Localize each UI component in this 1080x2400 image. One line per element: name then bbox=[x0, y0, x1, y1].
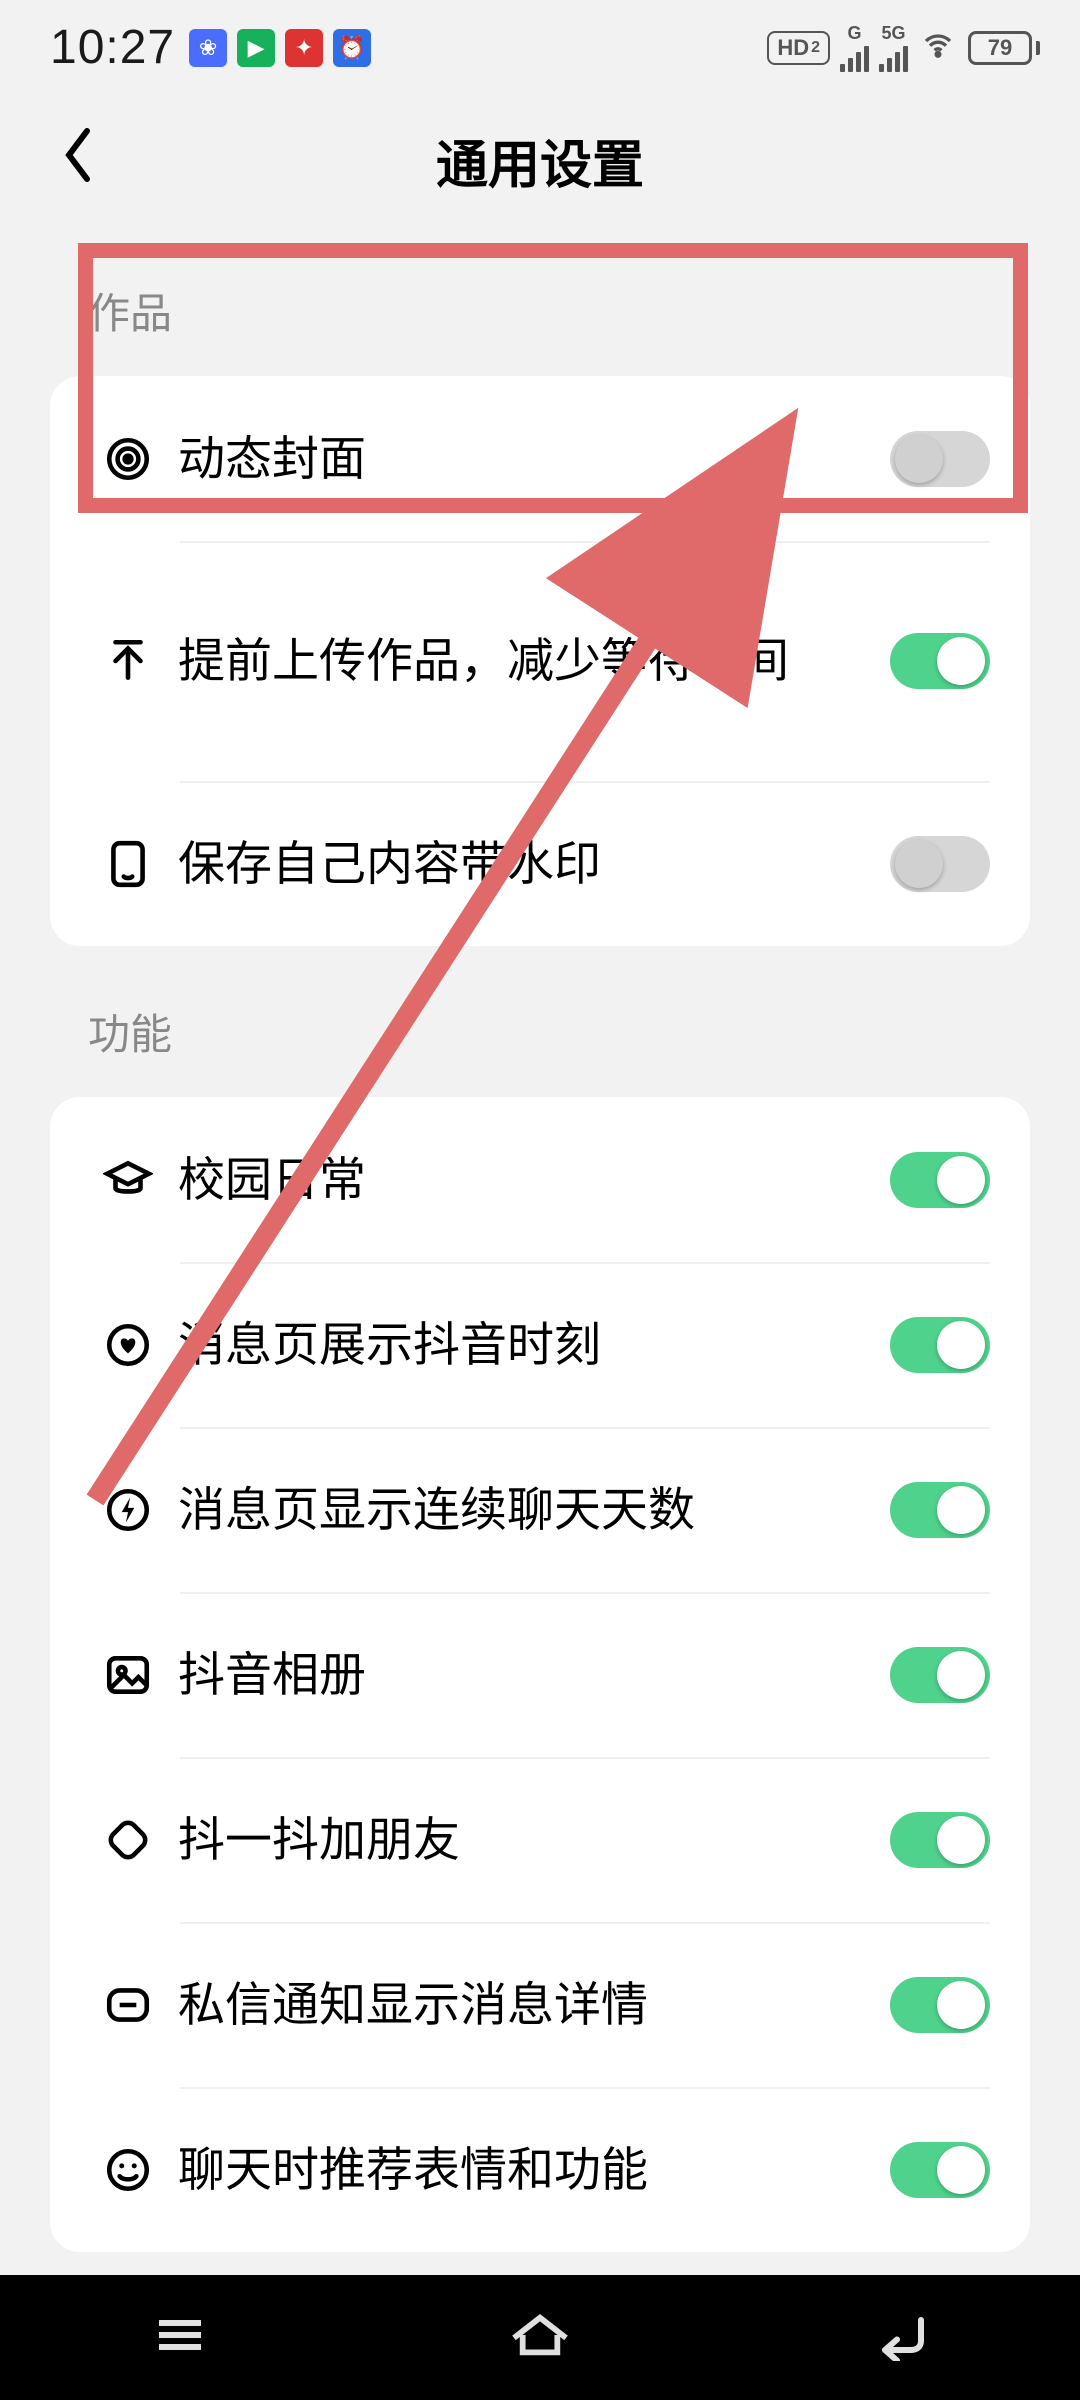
notif-app-icon: ▶ bbox=[237, 29, 275, 67]
flash-icon bbox=[78, 1485, 178, 1535]
toggle-dynamic-cover[interactable] bbox=[890, 431, 990, 487]
setting-row-emoji-rec[interactable]: 聊天时推荐表情和功能 bbox=[50, 2087, 1030, 2252]
toggle-dm-detail[interactable] bbox=[890, 1977, 990, 2033]
setting-row-pre-upload[interactable]: 提前上传作品，减少等待时间 bbox=[50, 541, 1030, 781]
signal-1: G bbox=[840, 24, 869, 72]
setting-label: 私信通知显示消息详情 bbox=[178, 1973, 890, 2036]
msg-icon bbox=[78, 1980, 178, 2030]
app-header: 通用设置 bbox=[0, 95, 1080, 225]
setting-label: 校园日常 bbox=[178, 1148, 890, 1211]
toggle-emoji-rec[interactable] bbox=[890, 2142, 990, 2198]
toggle-moments[interactable] bbox=[890, 1317, 990, 1373]
wifi-icon bbox=[918, 29, 958, 66]
setting-row-album[interactable]: 抖音相册 bbox=[50, 1592, 1030, 1757]
system-nav-bar bbox=[0, 2275, 1080, 2400]
setting-row-dm-detail[interactable]: 私信通知显示消息详情 bbox=[50, 1922, 1030, 2087]
signal-2: 5G bbox=[879, 24, 908, 72]
upload-icon bbox=[78, 636, 178, 686]
section-card-works: 动态封面提前上传作品，减少等待时间保存自己内容带水印 bbox=[50, 376, 1030, 946]
toggle-streak[interactable] bbox=[890, 1482, 990, 1538]
setting-label: 抖音相册 bbox=[178, 1643, 890, 1706]
setting-row-shake[interactable]: 抖一抖加朋友 bbox=[50, 1757, 1030, 1922]
rotate-icon bbox=[78, 1815, 178, 1865]
status-time: 10:27 bbox=[50, 20, 175, 75]
setting-label: 消息页显示连续聊天天数 bbox=[178, 1478, 890, 1541]
nav-back-button[interactable] bbox=[864, 2309, 936, 2366]
setting-label: 聊天时推荐表情和功能 bbox=[178, 2138, 890, 2201]
status-app-icons: ❀ ▶ ✦ ⏰ bbox=[189, 29, 371, 67]
notif-app-icon: ❀ bbox=[189, 29, 227, 67]
setting-label: 动态封面 bbox=[178, 427, 890, 490]
toggle-shake[interactable] bbox=[890, 1812, 990, 1868]
section-title-features: 功能 bbox=[0, 946, 1080, 1097]
toggle-campus[interactable] bbox=[890, 1152, 990, 1208]
setting-row-watermark[interactable]: 保存自己内容带水印 bbox=[50, 781, 1030, 946]
setting-label: 保存自己内容带水印 bbox=[178, 832, 890, 895]
setting-label: 消息页展示抖音时刻 bbox=[178, 1313, 890, 1376]
hd-badge: HD2 bbox=[767, 31, 830, 65]
settings-content: 作品动态封面提前上传作品，减少等待时间保存自己内容带水印功能校园日常消息页展示抖… bbox=[0, 225, 1080, 2252]
nav-recent-button[interactable] bbox=[144, 2309, 216, 2366]
setting-label: 抖一抖加朋友 bbox=[178, 1808, 890, 1871]
setting-label: 提前上传作品，减少等待时间 bbox=[178, 629, 890, 692]
status-bar: 10:27 ❀ ▶ ✦ ⏰ HD2 G 5G 79 bbox=[0, 0, 1080, 95]
grad-icon bbox=[78, 1155, 178, 1205]
heart-icon bbox=[78, 1320, 178, 1370]
back-button[interactable] bbox=[40, 105, 116, 216]
phone-icon bbox=[78, 839, 178, 889]
toggle-watermark[interactable] bbox=[890, 836, 990, 892]
target-icon bbox=[78, 434, 178, 484]
section-card-features: 校园日常消息页展示抖音时刻消息页显示连续聊天天数抖音相册抖一抖加朋友私信通知显示… bbox=[50, 1097, 1030, 2252]
nav-home-button[interactable] bbox=[504, 2309, 576, 2366]
image-icon bbox=[78, 1650, 178, 1700]
setting-row-streak[interactable]: 消息页显示连续聊天天数 bbox=[50, 1427, 1030, 1592]
setting-row-moments[interactable]: 消息页展示抖音时刻 bbox=[50, 1262, 1030, 1427]
notif-app-icon: ⏰ bbox=[333, 29, 371, 67]
section-title-works: 作品 bbox=[0, 225, 1080, 376]
battery-indicator: 79 bbox=[968, 31, 1040, 65]
toggle-album[interactable] bbox=[890, 1647, 990, 1703]
setting-row-dynamic-cover[interactable]: 动态封面 bbox=[50, 376, 1030, 541]
setting-row-campus[interactable]: 校园日常 bbox=[50, 1097, 1030, 1262]
smile-icon bbox=[78, 2145, 178, 2195]
notif-app-icon: ✦ bbox=[285, 29, 323, 67]
toggle-pre-upload[interactable] bbox=[890, 633, 990, 689]
page-title: 通用设置 bbox=[436, 123, 644, 198]
